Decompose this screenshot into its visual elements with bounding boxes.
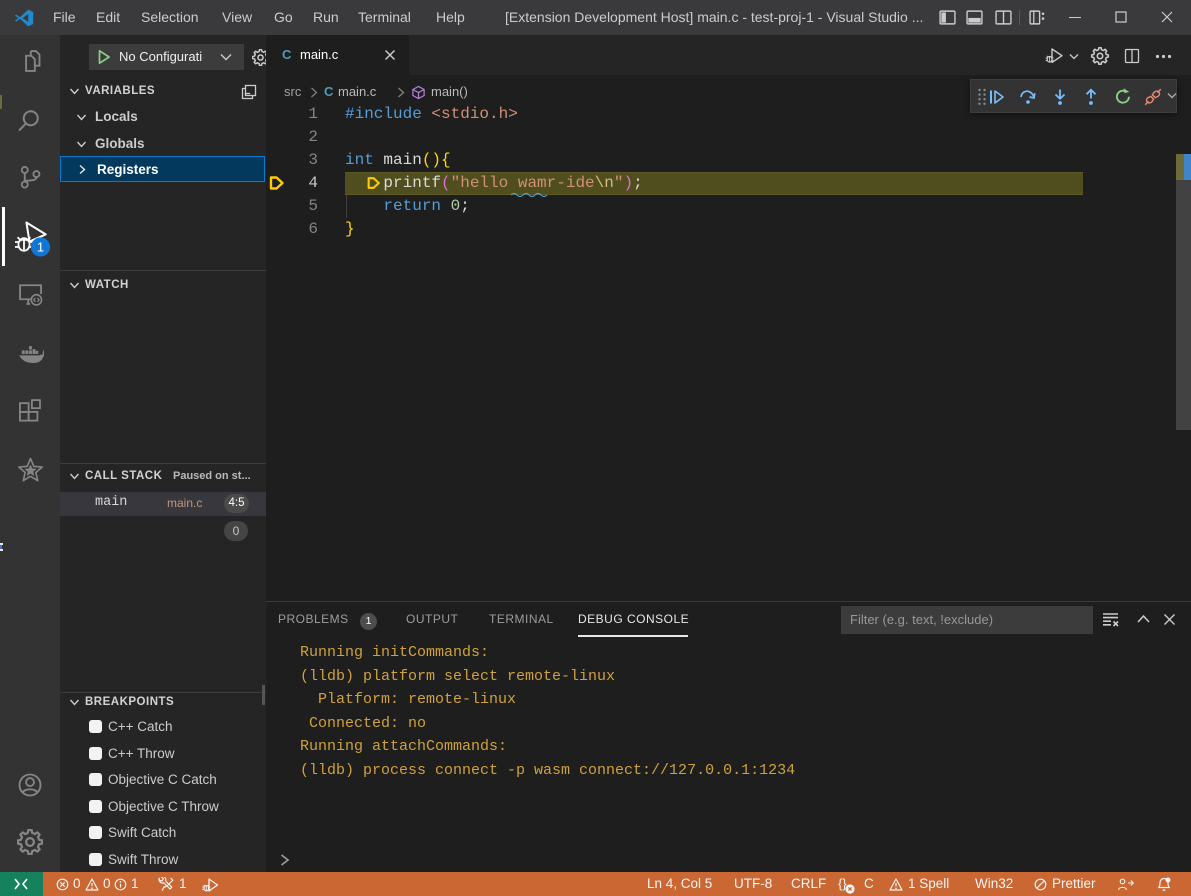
svg-text:1: 1 [37, 240, 44, 255]
